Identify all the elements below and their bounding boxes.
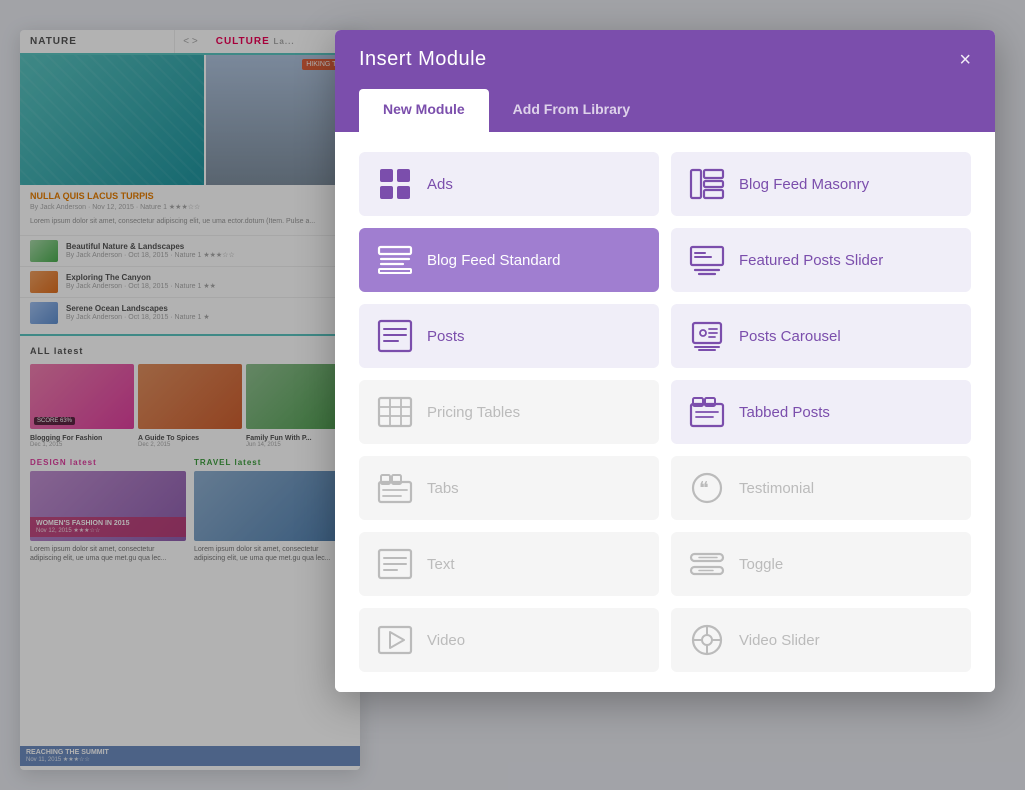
modal-title: Insert Module	[359, 48, 487, 71]
module-item-ads[interactable]: Ads	[359, 152, 659, 216]
module-item-pricing-tables[interactable]: Pricing Tables	[359, 380, 659, 444]
posts-carousel-label: Posts Carousel	[739, 328, 841, 345]
ads-icon	[377, 166, 413, 202]
tabbed-posts-label: Tabbed Posts	[739, 404, 830, 421]
toggle-label: Toggle	[739, 556, 783, 573]
blog-feed-masonry-label: Blog Feed Masonry	[739, 176, 869, 193]
blog-feed-masonry-icon	[689, 166, 725, 202]
insert-module-modal: Insert Module × New Module Add From Libr…	[335, 30, 995, 692]
text-label: Text	[427, 556, 455, 573]
module-item-posts-carousel[interactable]: Posts Carousel	[671, 304, 971, 368]
tabs-label: Tabs	[427, 480, 459, 497]
module-item-toggle[interactable]: Toggle	[671, 532, 971, 596]
featured-posts-slider-label: Featured Posts Slider	[739, 252, 883, 269]
module-item-video-slider[interactable]: Video Slider	[671, 608, 971, 672]
modal-tabs: New Module Add From Library	[335, 89, 995, 132]
video-icon	[377, 622, 413, 658]
module-item-testimonial[interactable]: ❝ Testimonial	[671, 456, 971, 520]
module-item-blog-feed-standard[interactable]: Blog Feed Standard	[359, 228, 659, 292]
pricing-tables-label: Pricing Tables	[427, 404, 520, 421]
module-item-text[interactable]: Text	[359, 532, 659, 596]
module-item-posts[interactable]: Posts	[359, 304, 659, 368]
tabbed-posts-icon	[689, 394, 725, 430]
toggle-icon	[689, 546, 725, 582]
modal-header: Insert Module ×	[335, 30, 995, 89]
video-label: Video	[427, 632, 465, 649]
pricing-tables-icon	[377, 394, 413, 430]
module-item-video[interactable]: Video	[359, 608, 659, 672]
video-slider-icon	[689, 622, 725, 658]
modal-close-button[interactable]: ×	[959, 50, 971, 70]
posts-label: Posts	[427, 328, 465, 345]
blog-feed-standard-label: Blog Feed Standard	[427, 252, 560, 269]
module-item-tabs[interactable]: Tabs	[359, 456, 659, 520]
testimonial-icon: ❝	[689, 470, 725, 506]
tab-new-module[interactable]: New Module	[359, 89, 489, 133]
featured-posts-slider-icon	[689, 242, 725, 278]
module-item-tabbed-posts[interactable]: Tabbed Posts	[671, 380, 971, 444]
modal-overlay: Insert Module × New Module Add From Libr…	[0, 0, 1025, 790]
posts-carousel-icon	[689, 318, 725, 354]
svg-text:❝: ❝	[699, 478, 709, 498]
module-item-blog-feed-masonry[interactable]: Blog Feed Masonry	[671, 152, 971, 216]
module-item-featured-posts-slider[interactable]: Featured Posts Slider	[671, 228, 971, 292]
blog-feed-standard-icon	[377, 242, 413, 278]
modal-body: Ads Blog Feed Masonry	[335, 132, 995, 692]
posts-icon	[377, 318, 413, 354]
testimonial-label: Testimonial	[739, 480, 814, 497]
tab-add-from-library[interactable]: Add From Library	[489, 89, 654, 132]
video-slider-label: Video Slider	[739, 632, 820, 649]
ads-label: Ads	[427, 176, 453, 193]
tabs-icon	[377, 470, 413, 506]
text-icon	[377, 546, 413, 582]
